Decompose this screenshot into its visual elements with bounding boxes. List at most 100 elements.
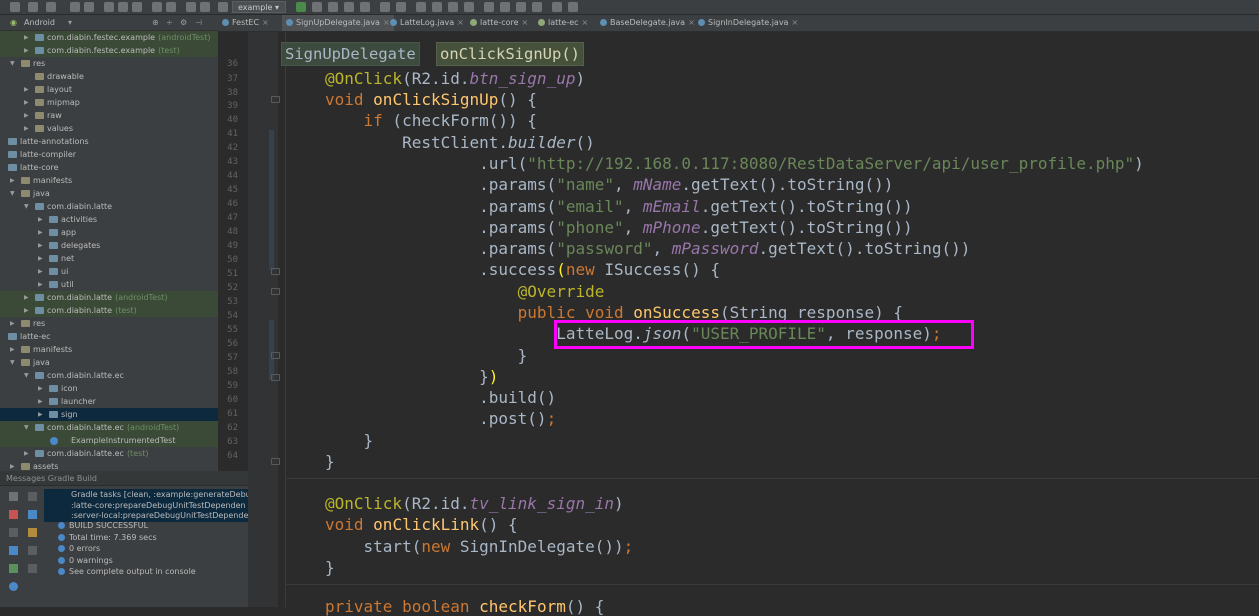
tree-item[interactable]: latte-ec [0,330,218,343]
settings-icon[interactable] [552,2,562,12]
expand-arrow-icon[interactable]: ▶ [24,31,29,44]
fold-marker-icon[interactable] [271,96,280,103]
save-icon[interactable] [28,2,38,12]
tree-item[interactable]: ▼ java [0,187,218,200]
tree-item[interactable]: ▶ layout [0,83,218,96]
tree-item[interactable]: ▶ com.diabin.latte.ec (test) [0,447,218,460]
fold-marker-icon[interactable] [271,458,280,465]
expand-arrow-icon[interactable]: ▶ [38,278,43,291]
expand-arrow-icon[interactable]: ▶ [10,317,15,330]
sync-icon[interactable] [46,2,56,12]
expand-arrow-icon[interactable]: ▶ [38,239,43,252]
tree-item[interactable]: drawable [0,70,218,83]
debug-icon[interactable] [312,2,322,12]
expand-arrow-icon[interactable]: ▶ [38,265,43,278]
tab-basedelegate[interactable]: BaseDelegate.java × [600,15,695,31]
close-icon[interactable]: × [262,18,269,27]
collapse-arrow-icon[interactable]: ▼ [24,421,29,434]
tree-item[interactable]: latte-core [0,161,218,174]
tree-item[interactable]: ▶ values [0,122,218,135]
expand-arrow-icon[interactable]: ▶ [38,213,43,226]
run-icon[interactable] [296,2,306,12]
tree-item[interactable]: ExampleInstrumentedTest [0,434,218,447]
expand-arrow-icon[interactable]: ▶ [24,304,29,317]
history-icon[interactable] [516,2,526,12]
tree-item[interactable]: ▶ net [0,252,218,265]
tree-item[interactable]: latte-annotations [0,135,218,148]
close-icon[interactable]: × [791,18,798,27]
expand-arrow-icon[interactable]: ▶ [10,343,15,356]
collapse-all-icon[interactable]: ÷ [166,18,173,27]
expand-arrow-icon[interactable]: ▶ [24,83,29,96]
console-link[interactable]: See complete output in console [69,567,196,576]
tab-latte-ec[interactable]: latte-ec × [538,15,588,31]
close-icon[interactable]: × [383,18,390,27]
undo-icon[interactable] [70,2,80,12]
expand-arrow-icon[interactable]: ▶ [38,408,43,421]
stop-icon[interactable] [360,2,370,12]
expand-arrow-icon[interactable]: ▶ [24,447,29,460]
expand-arrow-icon[interactable]: ▶ [24,44,29,57]
expand-arrow-icon[interactable]: ▶ [38,226,43,239]
expand-arrow-icon[interactable]: ▶ [38,252,43,265]
hide-panel-icon[interactable]: ⊣ [195,18,202,27]
tree-item[interactable]: ▶ res [0,317,218,330]
run-config-select[interactable]: example ▾ [232,1,286,13]
stop-icon[interactable] [9,510,18,519]
vcs-icon[interactable] [500,2,510,12]
tree-item[interactable]: ▶ delegates [0,239,218,252]
expand-arrow-icon[interactable]: ▶ [38,395,43,408]
collapse-arrow-icon[interactable]: ▼ [10,356,15,369]
tree-item[interactable]: ▼ java [0,356,218,369]
copy-icon[interactable] [118,2,128,12]
tree-item[interactable]: latte-compiler [0,148,218,161]
collapse-arrow-icon[interactable]: ▼ [24,200,29,213]
avd-icon[interactable] [380,2,390,12]
close-icon[interactable]: × [582,18,589,27]
fold-marker-icon[interactable] [271,268,280,275]
view-mode-dropdown-icon[interactable]: ▾ [68,18,72,27]
revert-icon[interactable] [532,2,542,12]
tab-signindelegate[interactable]: SignInDelegate.java × [698,15,798,31]
layout-inspector-icon[interactable] [464,2,474,12]
tree-item[interactable]: ▶ raw [0,109,218,122]
tree-item[interactable]: ▼ com.diabin.latte.ec [0,369,218,382]
terminal-icon[interactable] [484,2,494,12]
device-monitor-icon[interactable] [448,2,458,12]
tab-festec[interactable]: FestEC × [222,15,269,31]
tree-item[interactable]: ▶ com.diabin.festec.example (test) [0,44,218,57]
expand-all-icon[interactable] [28,510,37,519]
sdk-icon[interactable] [396,2,406,12]
collapse-arrow-icon[interactable]: ▼ [24,369,29,382]
attach-icon[interactable] [344,2,354,12]
settings-gear-icon[interactable]: ⚙ [180,18,187,27]
tree-item[interactable]: ▶ mipmap [0,96,218,109]
collapse-arrow-icon[interactable]: ▼ [10,57,15,70]
filter-icon[interactable] [28,492,37,501]
gradle-sync-icon[interactable] [432,2,442,12]
expand-arrow-icon[interactable]: ▶ [24,96,29,109]
filter-warnings-icon[interactable] [28,564,37,573]
find-icon[interactable] [152,2,162,12]
replace-icon[interactable] [166,2,176,12]
fold-marker-icon[interactable] [271,288,280,295]
tree-item[interactable]: ▶ com.diabin.latte (androidTest) [0,291,218,304]
close-icon[interactable]: × [457,18,464,27]
expand-arrow-icon[interactable]: ▶ [38,382,43,395]
expand-arrow-icon[interactable]: ▶ [24,109,29,122]
paste-icon[interactable] [132,2,142,12]
export-icon[interactable] [28,528,37,537]
close-icon[interactable]: × [522,18,529,27]
tree-item[interactable]: ▶ manifests [0,174,218,187]
project-view-mode[interactable]: Android [24,18,55,27]
previous-icon[interactable] [9,528,18,537]
help-icon[interactable] [568,2,578,12]
tree-item[interactable]: ▶ icon [0,382,218,395]
tree-item[interactable]: ▼ com.diabin.latte [0,200,218,213]
tree-item[interactable]: ▶ util [0,278,218,291]
pin-icon[interactable] [9,564,18,573]
back-icon[interactable] [186,2,196,12]
layout-icon[interactable] [28,546,37,555]
fold-marker-icon[interactable] [271,352,280,359]
tab-lattelog[interactable]: LatteLog.java × [390,15,464,31]
